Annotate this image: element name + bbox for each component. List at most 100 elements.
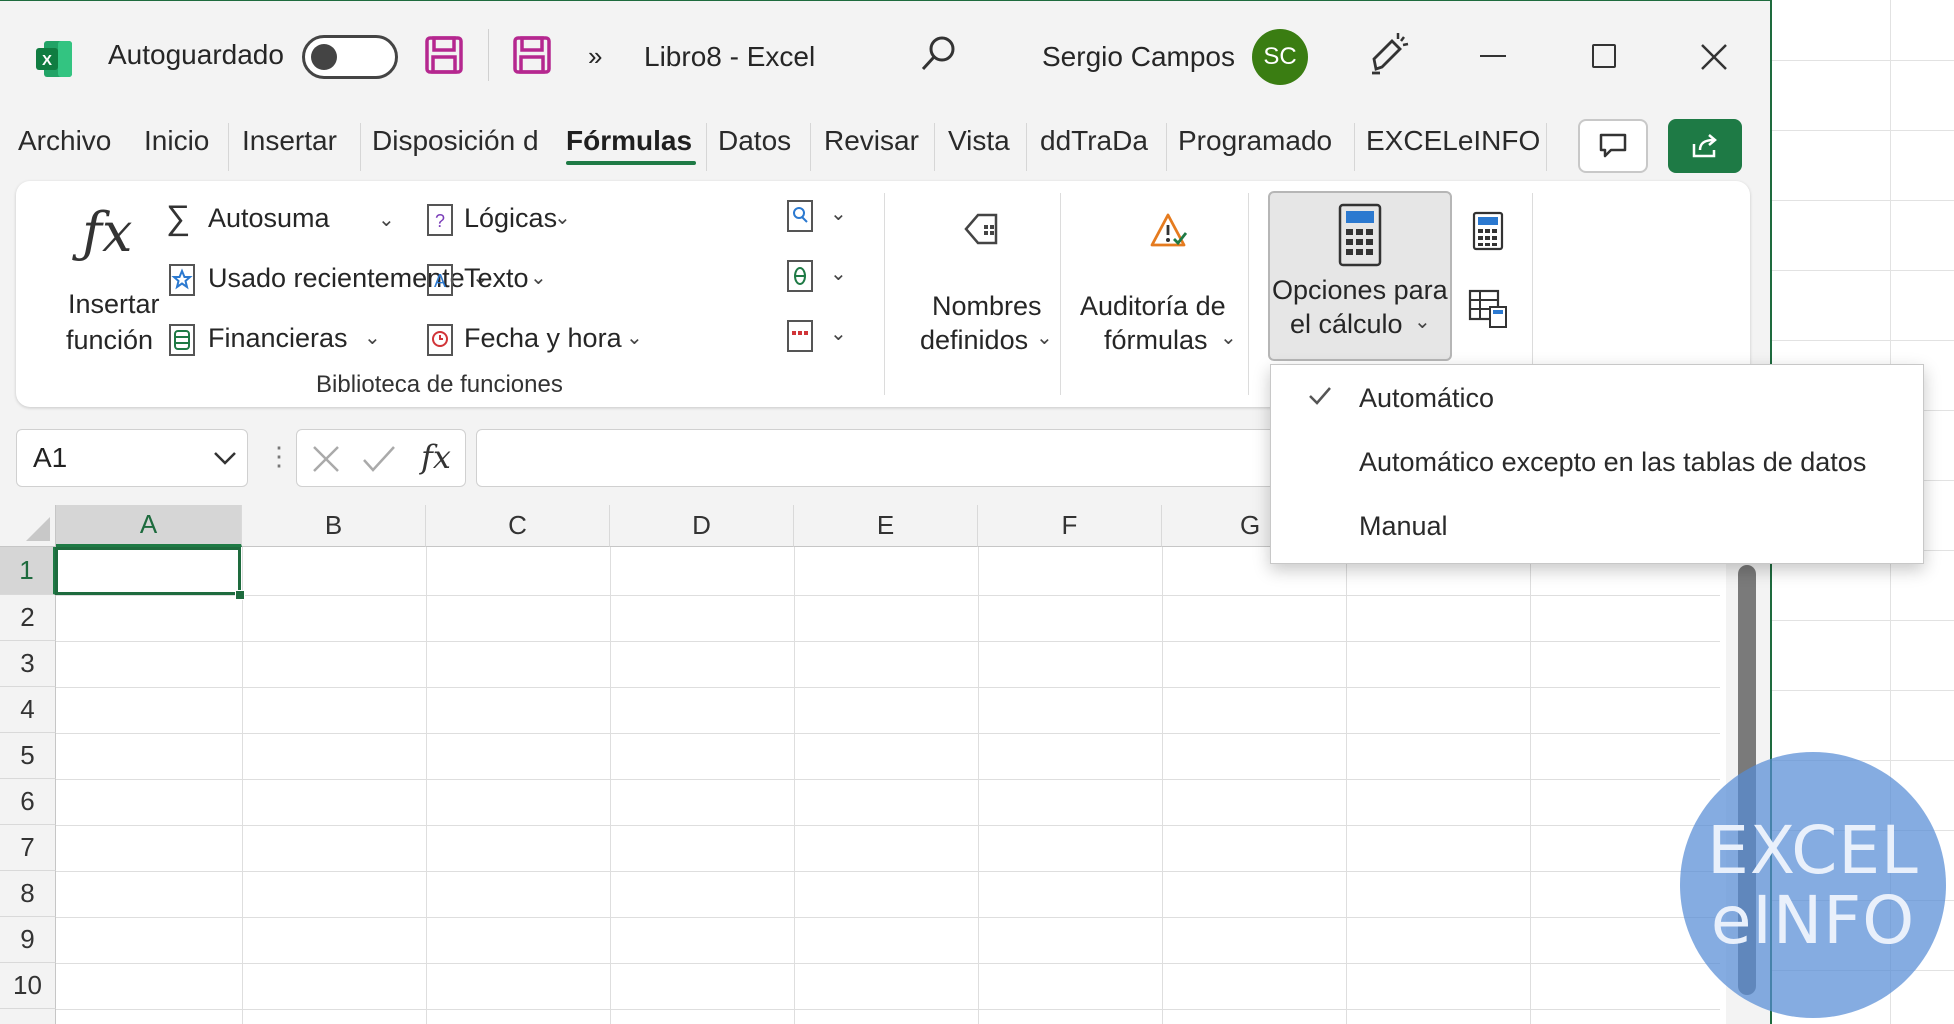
gridline (794, 547, 795, 1024)
fill-handle[interactable] (235, 590, 245, 600)
name-box[interactable]: A1 (16, 429, 248, 487)
lookup-reference-button[interactable]: ⌄ (786, 199, 856, 239)
defined-names-line1: Nombres (932, 291, 1042, 321)
maximize-icon[interactable] (1592, 44, 1616, 68)
column-header-e[interactable]: E (794, 505, 978, 547)
calc-options-line2: el cálculo (1290, 309, 1403, 339)
row-header-1[interactable]: 1 (0, 547, 56, 595)
column-header-c[interactable]: C (426, 505, 610, 547)
logical-button[interactable]: ? Lógicas ⌄ (426, 203, 596, 243)
share-button[interactable] (1668, 119, 1742, 173)
save-as-icon[interactable] (512, 35, 552, 75)
row-header-11[interactable] (0, 1009, 56, 1024)
column-header-a[interactable]: A (56, 505, 242, 547)
tab-vista[interactable]: Vista (948, 125, 1010, 157)
insert-function-button[interactable]: ƒx Insertar función (36, 191, 160, 371)
tab-separator (706, 123, 707, 171)
select-all-corner[interactable] (0, 505, 56, 547)
autosave-toggle[interactable] (302, 35, 398, 79)
fx-large-icon: ƒx (82, 201, 133, 264)
share-icon (1692, 134, 1717, 158)
calculation-options-button[interactable]: Opciones para el cálculo ⌄ (1268, 191, 1452, 361)
svg-text:X: X (42, 52, 52, 69)
comments-button[interactable] (1578, 119, 1648, 173)
gridline (56, 917, 1720, 918)
toggle-knob (311, 44, 337, 70)
exceleinfo-watermark-logo: EXCEL eINFO (1680, 752, 1946, 1018)
row-header-7[interactable]: 7 (0, 825, 56, 871)
row-header-9[interactable]: 9 (0, 917, 56, 963)
function-library-group-label: Biblioteca de funciones (316, 371, 563, 398)
tab-insertar[interactable]: Insertar (242, 125, 337, 157)
logical-label: Lógicas (464, 203, 558, 233)
enter-check-icon[interactable] (361, 444, 397, 474)
active-cell-a1[interactable] (55, 547, 241, 595)
svg-text:?: ? (435, 211, 445, 231)
tab-separator (360, 123, 361, 171)
close-icon[interactable] (1700, 43, 1728, 71)
search-icon[interactable] (918, 33, 960, 75)
formula-bar-grip-icon[interactable]: ⋮ (266, 441, 292, 472)
tab-separator (1546, 123, 1547, 171)
text-button[interactable]: A Texto ⌄ (426, 263, 586, 303)
row-header-8[interactable]: 8 (0, 871, 56, 917)
math-trig-button[interactable]: ⌄ (786, 259, 856, 299)
tab-inicio[interactable]: Inicio (144, 125, 209, 157)
gridline (56, 595, 1720, 596)
menu-item-automatic[interactable]: Automático (1359, 383, 1494, 414)
menu-item-automatic-except-tables[interactable]: Automático excepto en las tablas de dato… (1359, 447, 1866, 478)
column-header-b[interactable]: B (242, 505, 426, 547)
lookup-icon (787, 200, 813, 232)
user-name[interactable]: Sergio Campos (1042, 41, 1235, 73)
row-header-5[interactable]: 5 (0, 733, 56, 779)
chevron-down-icon: ⌄ (378, 209, 395, 231)
worksheet-grid[interactable]: A B C D E F G 1 2 3 4 5 6 7 8 9 10 (0, 505, 1770, 1024)
insert-function-fx-button[interactable]: fx (421, 438, 451, 476)
calculation-options-menu: Automático Automático excepto en las tab… (1270, 364, 1924, 564)
tab-formulas[interactable]: Fórmulas (566, 125, 692, 157)
ribbon-tabs: Archivo Inicio Insertar Disposición d Fó… (0, 119, 1560, 175)
name-box-value: A1 (33, 442, 68, 473)
group-separator (1060, 193, 1061, 395)
auditing-line1: Auditoría de (1080, 291, 1226, 321)
tab-archivo[interactable]: Archivo (18, 125, 111, 157)
tab-revisar[interactable]: Revisar (824, 125, 919, 157)
menu-item-manual[interactable]: Manual (1359, 511, 1448, 542)
more-functions-button[interactable]: ⌄ (786, 319, 856, 359)
row-header-2[interactable]: 2 (0, 595, 56, 641)
chevron-down-icon: ⌄ (830, 323, 847, 345)
chevron-down-icon: ⌄ (554, 207, 571, 229)
tab-ddtrada[interactable]: ddTraDa (1040, 125, 1148, 157)
row-header-6[interactable]: 6 (0, 779, 56, 825)
row-header-10[interactable]: 10 (0, 963, 56, 1009)
row-header-3[interactable]: 3 (0, 641, 56, 687)
formula-buttons: fx (296, 429, 466, 487)
gridline (1162, 547, 1163, 1024)
tab-exceleinfo[interactable]: EXCELeINFO (1366, 125, 1540, 157)
calculate-sheet-icon[interactable] (1468, 289, 1508, 329)
tab-datos[interactable]: Datos (718, 125, 791, 157)
save-icon[interactable] (424, 35, 464, 75)
gridline (56, 733, 1720, 734)
gridline (1346, 547, 1347, 1024)
column-header-d[interactable]: D (610, 505, 794, 547)
tab-disposicion[interactable]: Disposición d (372, 125, 544, 157)
financial-button[interactable]: Financieras ⌄ (166, 323, 396, 363)
formula-auditing-button[interactable]: Auditoría de fórmulas ⌄ (1076, 197, 1256, 367)
defined-names-button[interactable]: Nombres definidos ⌄ (906, 197, 1056, 367)
designer-pen-icon[interactable] (1366, 29, 1412, 77)
tab-programador[interactable]: Programado (1178, 125, 1332, 157)
avatar[interactable]: SC (1252, 29, 1308, 85)
cancel-icon[interactable] (311, 444, 341, 474)
row-header-4[interactable]: 4 (0, 687, 56, 733)
column-header-f[interactable]: F (978, 505, 1162, 547)
chevron-down-icon[interactable] (213, 450, 237, 466)
chevron-down-icon: ⌄ (1414, 311, 1431, 333)
qat-overflow-icon[interactable]: » (588, 41, 602, 72)
autosum-button[interactable]: ∑ Autosuma ⌄ (166, 199, 406, 243)
datetime-button[interactable]: Fecha y hora ⌄ (426, 323, 666, 363)
minimize-icon[interactable] (1480, 55, 1506, 57)
calculate-now-icon[interactable] (1472, 211, 1504, 251)
insert-function-line1: Insertar (68, 289, 160, 319)
autosum-label: Autosuma (208, 203, 330, 233)
